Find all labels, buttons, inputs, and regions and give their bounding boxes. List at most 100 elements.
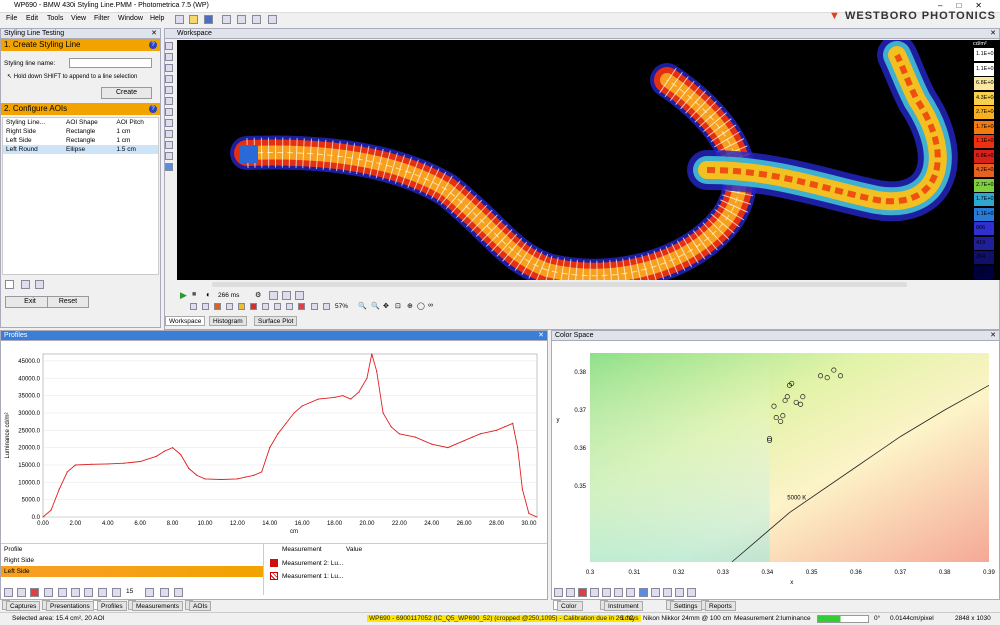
view-1-icon[interactable] bbox=[190, 303, 197, 310]
zoom-in-icon[interactable]: 🔍 bbox=[371, 302, 380, 310]
menu-window[interactable]: Window bbox=[118, 15, 143, 22]
cs-tool-5-icon[interactable] bbox=[602, 588, 611, 597]
tool-b-icon[interactable] bbox=[282, 291, 291, 300]
status-camera[interactable]: WP690 - 6900117052 (IC_Q5_WP690_52) (cro… bbox=[367, 615, 641, 622]
table-row[interactable]: Right Side Rectangle 1 cm bbox=[3, 127, 158, 136]
glasses-icon[interactable]: ∞ bbox=[428, 302, 433, 309]
profile-tool-1-icon[interactable] bbox=[4, 588, 13, 597]
profile-tool-2-icon[interactable] bbox=[17, 588, 26, 597]
fit-icon[interactable]: ✥ bbox=[383, 302, 389, 310]
view-11-icon[interactable] bbox=[311, 303, 318, 310]
view-10-icon[interactable] bbox=[298, 303, 305, 310]
tool-1-icon[interactable] bbox=[222, 15, 231, 24]
export-icon[interactable] bbox=[35, 280, 44, 289]
tool-3-icon[interactable] bbox=[252, 15, 261, 24]
table-row[interactable]: Left Side Rectangle 1 cm bbox=[3, 136, 158, 145]
cs-tool-9-icon[interactable] bbox=[651, 588, 660, 597]
stop-icon[interactable]: ■ bbox=[192, 291, 196, 298]
tab-instrument-status[interactable]: ▤ Instrument Status bbox=[600, 600, 643, 620]
window-controls[interactable]: –□✕ bbox=[938, 1, 996, 10]
col-header[interactable]: Styling Line... bbox=[3, 118, 63, 127]
luminance-image[interactable] bbox=[177, 40, 971, 280]
page-number[interactable]: 15 bbox=[126, 588, 133, 595]
help-icon[interactable]: ? bbox=[149, 41, 157, 49]
tab-presentations[interactable]: ▤ Presentations bbox=[42, 600, 94, 611]
tab-captures[interactable]: ▤ Captures bbox=[2, 600, 41, 611]
view-5-icon[interactable] bbox=[238, 303, 245, 310]
new-icon[interactable] bbox=[175, 15, 184, 24]
cs-tool-10-icon[interactable] bbox=[663, 588, 672, 597]
list-item[interactable]: Right Side bbox=[1, 555, 263, 566]
tool-a-icon[interactable] bbox=[269, 291, 278, 300]
profile-tool-10-icon[interactable] bbox=[145, 588, 154, 597]
tab-workspace[interactable]: Workspace bbox=[165, 316, 206, 326]
profile-tool-4-icon[interactable] bbox=[44, 588, 53, 597]
table-row[interactable]: Left Round Ellipse 1.5 cm bbox=[3, 145, 158, 154]
cs-tool-11-icon[interactable] bbox=[675, 588, 684, 597]
tab-reports[interactable]: ▤ Reports bbox=[701, 600, 736, 611]
exposure-value[interactable]: 266 ms bbox=[218, 292, 239, 299]
menu-file[interactable]: File bbox=[6, 15, 17, 22]
view-7-icon[interactable] bbox=[262, 303, 269, 310]
tab-aois[interactable]: ▤ AOIs bbox=[185, 600, 212, 611]
tab-measurements[interactable]: ▤ Measurements bbox=[128, 600, 183, 611]
tool-4-icon[interactable] bbox=[268, 15, 277, 24]
profile-tool-12-icon[interactable] bbox=[174, 588, 183, 597]
view-8-icon[interactable] bbox=[274, 303, 281, 310]
actual-size-icon[interactable]: ⊡ bbox=[395, 302, 401, 310]
cs-zoom-icon[interactable] bbox=[639, 588, 648, 597]
menu-view[interactable]: View bbox=[71, 15, 86, 22]
menu-filter[interactable]: Filter bbox=[94, 15, 110, 22]
pan-icon[interactable]: ◯ bbox=[417, 302, 425, 310]
reset-button[interactable]: Reset bbox=[47, 296, 89, 308]
profile-tool-7-icon[interactable] bbox=[84, 588, 93, 597]
list-item[interactable]: Left Side bbox=[1, 566, 263, 577]
cs-tool-4-icon[interactable] bbox=[590, 588, 599, 597]
cs-tool-3-icon[interactable] bbox=[578, 588, 587, 597]
delete-icon[interactable] bbox=[5, 280, 14, 289]
help-icon[interactable]: ? bbox=[149, 105, 157, 113]
cs-tool-12-icon[interactable] bbox=[687, 588, 696, 597]
view-9-icon[interactable] bbox=[286, 303, 293, 310]
cs-tool-6-icon[interactable] bbox=[614, 588, 623, 597]
view-3-icon[interactable] bbox=[214, 303, 221, 310]
play-icon[interactable]: ▶ bbox=[180, 290, 187, 301]
cs-tool-1-icon[interactable] bbox=[554, 588, 563, 597]
view-6-icon[interactable] bbox=[250, 303, 257, 310]
profile-tool-5-icon[interactable] bbox=[58, 588, 67, 597]
settings-icon[interactable]: ⚙ bbox=[255, 291, 261, 299]
open-icon[interactable] bbox=[189, 15, 198, 24]
profile-tool-11-icon[interactable] bbox=[160, 588, 169, 597]
tab-color-space[interactable]: ▤ Color Space bbox=[553, 600, 584, 620]
cs-tool-7-icon[interactable] bbox=[626, 588, 635, 597]
tab-surface-plot[interactable]: Surface Plot bbox=[254, 316, 298, 326]
tab-settings[interactable]: ⚙ Settings bbox=[666, 600, 702, 611]
profile-chart[interactable]: 0.05000.010000.015000.020000.025000.0300… bbox=[1, 342, 547, 542]
view-4-icon[interactable] bbox=[226, 303, 233, 310]
cs-tool-2-icon[interactable] bbox=[566, 588, 575, 597]
view-12-icon[interactable] bbox=[323, 303, 330, 310]
zoom-level[interactable]: 57% bbox=[335, 303, 348, 310]
grid-icon[interactable] bbox=[21, 280, 30, 289]
profile-tool-8-icon[interactable] bbox=[98, 588, 107, 597]
profile-tool-9-icon[interactable] bbox=[112, 588, 121, 597]
menu-edit[interactable]: Edit bbox=[26, 15, 38, 22]
styling-line-name-input[interactable] bbox=[69, 58, 152, 68]
view-2-icon[interactable] bbox=[202, 303, 209, 310]
col-header[interactable]: AOI Shape bbox=[63, 118, 113, 127]
zoom-out-icon[interactable]: 🔍 bbox=[358, 302, 367, 310]
crosshair-icon[interactable]: ⊕ bbox=[407, 302, 413, 310]
legend-item[interactable]: Measurement 1: Lu... bbox=[282, 573, 343, 580]
cie-chart[interactable]: 0.3 0.31 0.32 0.33 0.34 0.35 0.36 0.37 0.38 0.39 0… bbox=[552, 342, 999, 590]
tool-c-icon[interactable] bbox=[295, 291, 304, 300]
profile-tool-6-icon[interactable] bbox=[71, 588, 80, 597]
save-icon[interactable] bbox=[204, 15, 213, 24]
menu-help[interactable]: Help bbox=[150, 15, 164, 22]
create-button[interactable]: Create bbox=[101, 87, 152, 99]
tool-2-icon[interactable] bbox=[237, 15, 246, 24]
profile-tool-3-icon[interactable] bbox=[30, 588, 39, 597]
legend-item[interactable]: Measurement 2: Lu... bbox=[282, 560, 343, 567]
col-header[interactable]: AOI Pitch bbox=[113, 118, 158, 127]
tab-profiles[interactable]: ▤ Profiles bbox=[93, 600, 127, 611]
horizontal-scrollbar[interactable] bbox=[212, 282, 907, 287]
